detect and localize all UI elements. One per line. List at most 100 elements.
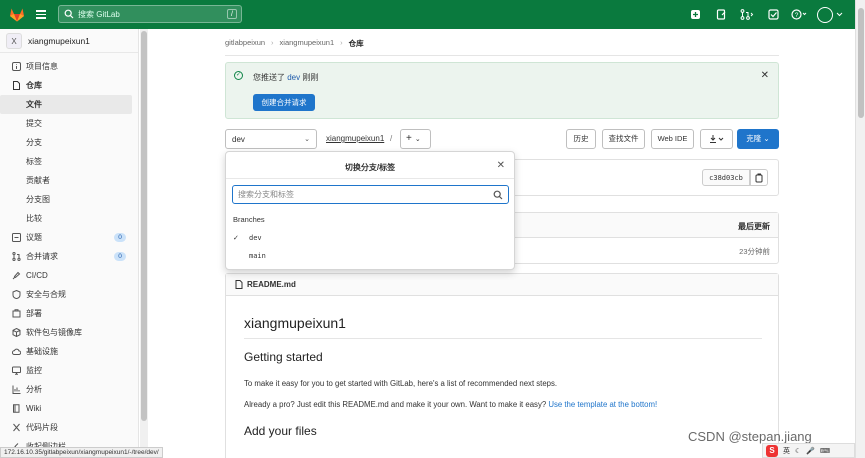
sidebar-item-branches[interactable]: 分支 (0, 133, 138, 152)
svg-text:?: ? (795, 12, 799, 19)
sidebar-item-label: 贡献者 (26, 176, 50, 185)
dropdown-section-branches: Branches (233, 215, 265, 224)
branch-option-main[interactable]: main (233, 248, 509, 264)
sidebar-item-packages[interactable]: 软件包与镜像库 (0, 323, 138, 342)
issues-icon (11, 233, 21, 243)
readme-paragraph: Already a pro? Just edit this README.md … (244, 400, 657, 409)
sidebar-item-wiki[interactable]: Wiki (0, 399, 138, 418)
merge-requests-nav-icon[interactable] (739, 7, 755, 23)
csdn-watermark: CSDN @stepan.jiang (688, 429, 812, 444)
branch-option-dev[interactable]: ✓ dev (233, 230, 509, 246)
commit-sha[interactable]: c38d03cb (702, 169, 750, 186)
branch-selector[interactable]: dev ⌄ (225, 129, 317, 149)
clone-button[interactable]: 克隆 ⌄ (737, 129, 779, 149)
readme-template-link[interactable]: Use the template at the bottom! (548, 400, 657, 409)
breadcrumb-separator: › (340, 38, 343, 47)
sidebar-item-label: 软件包与镜像库 (26, 328, 82, 337)
page-scrollbar[interactable] (855, 0, 865, 458)
web-ide-button[interactable]: Web IDE (651, 129, 694, 149)
sidebar-item-issues[interactable]: 议题 0 (0, 228, 138, 247)
sidebar-item-compare[interactable]: 比较 (0, 209, 138, 228)
branch-search-input[interactable] (233, 186, 483, 203)
sidebar-item-label: 议题 (26, 233, 42, 242)
sidebar-item-tags[interactable]: 标签 (0, 152, 138, 171)
chevron-down-icon: ⌄ (763, 134, 770, 143)
sidebar-item-files[interactable]: 文件 (0, 95, 132, 114)
push-success-alert: ✓ 您推送了 dev 刚刚 ✕ 创建合并请求 (225, 62, 779, 119)
check-icon: ✓ (233, 234, 239, 242)
merge-request-icon (11, 252, 21, 262)
breadcrumb-current[interactable]: 仓库 (349, 38, 364, 49)
sidebar-item-label: 基础设施 (26, 347, 58, 356)
user-avatar-icon[interactable] (817, 6, 843, 23)
sidebar-item-label: 代码片段 (26, 423, 58, 432)
dropdown-close-icon[interactable]: ✕ (497, 160, 505, 171)
branch-search-field[interactable] (232, 185, 509, 204)
find-file-button[interactable]: 查找文件 (602, 129, 645, 149)
breadcrumb-separator: › (271, 38, 274, 47)
sidebar-item-commits[interactable]: 提交 (0, 114, 138, 133)
sidebar-item-security[interactable]: 安全与合规 (0, 285, 138, 304)
microphone-icon[interactable]: 🎤 (806, 447, 815, 455)
menu-hamburger-icon[interactable] (36, 8, 50, 22)
todo-checkbox-icon[interactable] (765, 7, 781, 23)
sidebar-project-header[interactable]: X xiangmupeixun1 (0, 29, 138, 53)
last-update-header: 最后更新 (738, 222, 770, 231)
chevron-down-icon: ⌄ (414, 136, 421, 143)
download-icon (709, 135, 723, 143)
sidebar-item-infrastructure[interactable]: 基础设施 (0, 342, 138, 361)
sidebar-item-merge-requests[interactable]: 合并请求 0 (0, 247, 138, 266)
dropdown-title: 切换分支/标签 (344, 163, 396, 172)
create-new-icon[interactable] (687, 7, 703, 23)
search-placeholder: 搜索 GitLab (78, 9, 120, 19)
alert-branch-name[interactable]: dev (287, 73, 300, 82)
sidebar-item-label: 分支 (26, 138, 42, 147)
sidebar-scrollbar[interactable] (140, 29, 148, 458)
last-update-time: 23分钟前 (739, 247, 770, 256)
alert-close-icon[interactable]: ✕ (761, 70, 769, 81)
search-icon (64, 9, 74, 19)
repo-path-link[interactable]: xiangmupeixun1 (326, 134, 384, 143)
sidebar-item-label: 项目信息 (26, 62, 58, 71)
keyboard-icon[interactable]: ⌨ (820, 447, 830, 455)
global-search-input[interactable]: 搜索 GitLab / (58, 5, 242, 23)
sidebar-item-deployments[interactable]: 部署 (0, 304, 138, 323)
download-button[interactable] (700, 129, 733, 149)
history-button[interactable]: 历史 (566, 129, 596, 149)
sidebar-item-snippets[interactable]: 代码片段 (0, 418, 138, 437)
readme-title: xiangmupeixun1 (244, 315, 346, 331)
sidebar-item-label: 分支图 (26, 195, 50, 204)
project-sidebar: X xiangmupeixun1 项目信息 仓库 文件 提交 分支 标签 贡献者… (0, 29, 139, 458)
sidebar-item-graph[interactable]: 分支图 (0, 190, 138, 209)
branch-selector-value: dev (232, 135, 245, 144)
gitlab-logo-icon[interactable] (6, 0, 28, 29)
sidebar-item-project-info[interactable]: 项目信息 (0, 57, 138, 76)
readme-file-name[interactable]: README.md (247, 280, 296, 289)
readme-title-underline (244, 338, 762, 339)
link-status-url: 172.16.10.35/gitlabpeixun/xiangmupeixun1… (0, 447, 163, 458)
shield-icon (11, 290, 21, 300)
sogou-ime-icon[interactable]: S (766, 444, 778, 457)
readme-heading-add-files: Add your files (244, 424, 317, 438)
breadcrumb-divider (225, 55, 779, 56)
ime-language[interactable]: 英 (783, 446, 790, 456)
add-to-tree-button[interactable]: + ⌄ (400, 129, 431, 149)
branch-option-label: main (249, 252, 266, 260)
sidebar-item-repository[interactable]: 仓库 (0, 76, 138, 95)
sidebar-item-analytics[interactable]: 分析 (0, 380, 138, 399)
create-merge-request-button[interactable]: 创建合并请求 (253, 94, 315, 111)
breadcrumb-project[interactable]: xiangmupeixun1 (280, 38, 335, 49)
help-icon[interactable]: ? (791, 7, 807, 23)
sidebar-item-ci-cd[interactable]: CI/CD (0, 266, 138, 285)
issues-count-badge: 0 (114, 233, 126, 242)
breadcrumb-group[interactable]: gitlabpeixun (225, 38, 265, 49)
dropdown-divider (226, 178, 514, 179)
copy-sha-button[interactable] (750, 169, 768, 186)
repo-toolbar: dev ⌄ xiangmupeixun1 / + ⌄ 历史 查找文件 Web ID… (225, 129, 779, 149)
sidebar-item-contributors[interactable]: 贡献者 (0, 171, 138, 190)
moon-icon[interactable]: ☾ (795, 447, 801, 455)
snippet-icon (11, 423, 21, 433)
sidebar-item-monitor[interactable]: 监控 (0, 361, 138, 380)
issues-nav-icon[interactable] (713, 7, 729, 23)
sidebar-item-label: 部署 (26, 309, 42, 318)
